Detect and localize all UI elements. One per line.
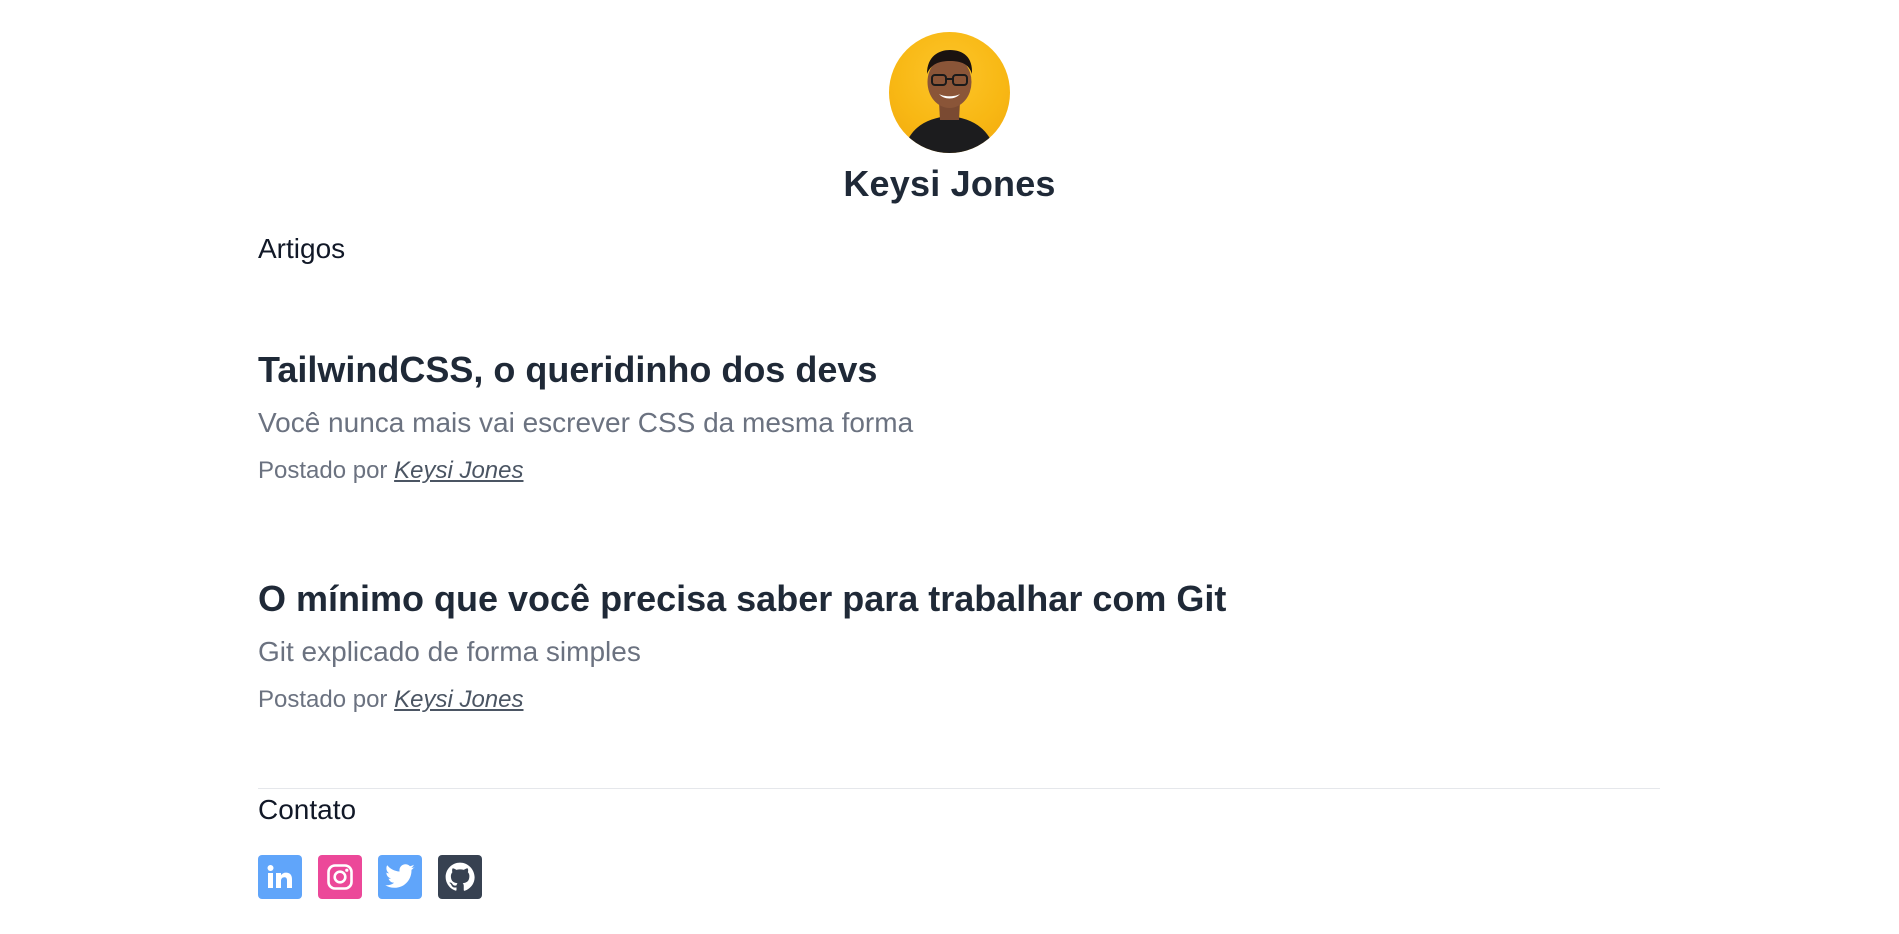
instagram-icon [327, 864, 353, 890]
twitter-link[interactable] [378, 855, 422, 899]
main-content: Artigos TailwindCSS, o queridinho dos de… [258, 233, 1660, 899]
posted-by-label: Postado por [258, 457, 395, 484]
article-meta: Postado por Keysi Jones [258, 686, 1226, 714]
article-title[interactable]: TailwindCSS, o queridinho dos devs [258, 349, 913, 391]
instagram-link[interactable] [318, 855, 362, 899]
author-link[interactable]: Keysi Jones [394, 457, 523, 484]
github-link[interactable] [438, 855, 482, 899]
article-subtitle: Git explicado de forma simples [258, 636, 641, 667]
avatar-photo [903, 50, 996, 153]
posted-by-label: Postado por [258, 686, 395, 713]
article-card[interactable]: TailwindCSS, o queridinho dos devs Você … [258, 349, 913, 485]
avatar [889, 32, 1010, 153]
article-card[interactable]: O mínimo que você precisa saber para tra… [258, 578, 1226, 714]
articles-section-title: Artigos [258, 233, 346, 264]
social-links [258, 855, 482, 899]
contact-section-title: Contato [258, 794, 357, 825]
article-title[interactable]: O mínimo que você precisa saber para tra… [258, 578, 1226, 620]
article-subtitle: Você nunca mais vai escrever CSS da mesm… [258, 407, 914, 438]
article-meta: Postado por Keysi Jones [258, 457, 913, 485]
twitter-icon [385, 864, 415, 888]
author-link[interactable]: Keysi Jones [394, 686, 523, 713]
profile-name: Keysi Jones [843, 163, 1056, 204]
linkedin-link[interactable] [258, 855, 302, 899]
github-icon [445, 862, 475, 891]
page: Keysi Jones Artigos TailwindCSS, o queri… [0, 0, 1899, 934]
profile-header: Keysi Jones [0, 32, 1899, 205]
linkedin-icon [267, 865, 292, 888]
section-divider [258, 788, 1660, 789]
